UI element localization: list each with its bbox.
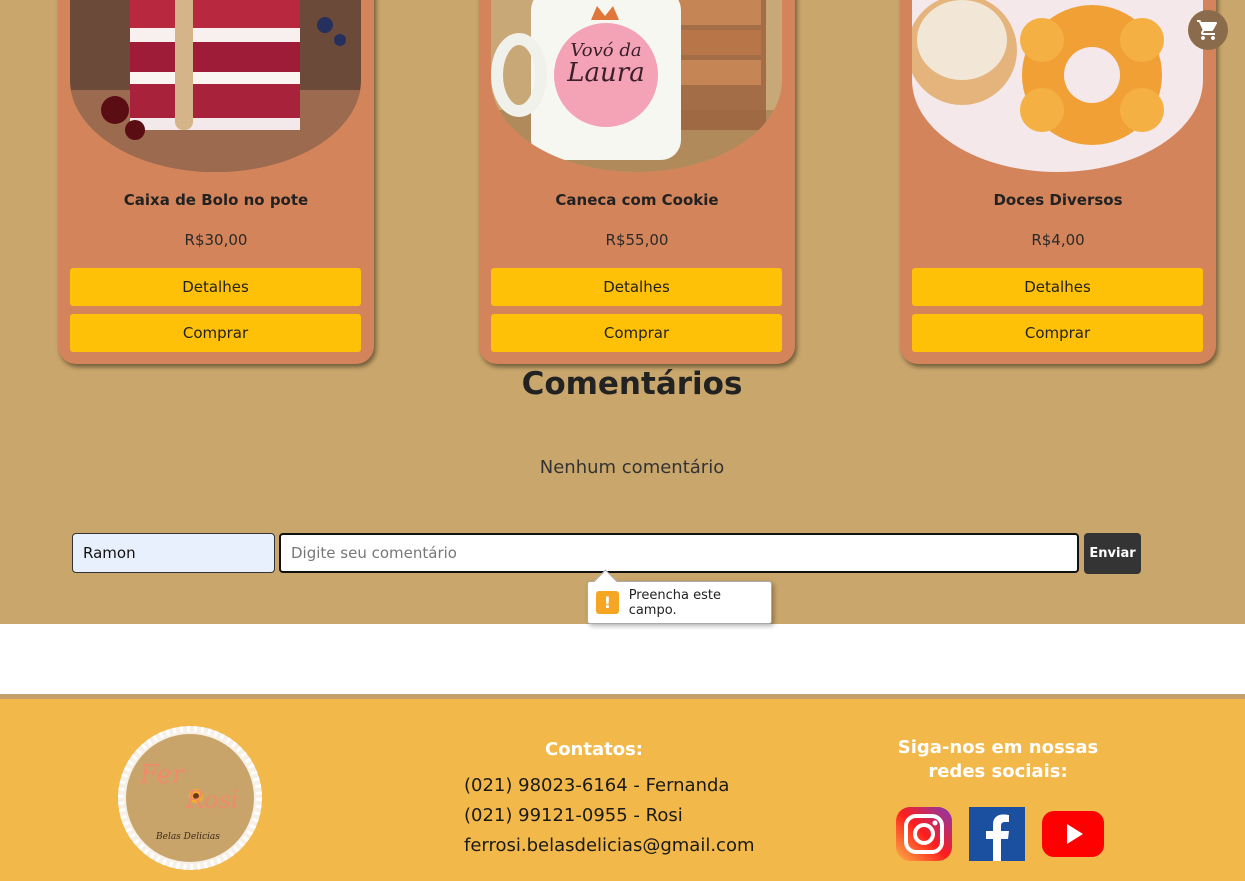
contact-email: ferrosi.belasdelicias@gmail.com (464, 835, 755, 856)
product-name: Doces Diversos (993, 191, 1123, 209)
footer: Fer Rosi Belas Delicias Contatos: (021) … (0, 694, 1245, 881)
youtube-icon (1042, 811, 1104, 857)
contact-phone-fernanda: (021) 98023-6164 - Fernanda (464, 775, 730, 796)
product-card: Doces Diversos R$4,00 Detalhes Comprar (900, 0, 1216, 364)
logo-text-rosi: Rosi (186, 786, 239, 814)
send-button[interactable]: Enviar (1084, 533, 1141, 574)
mug-text-line2: Laura (567, 58, 645, 88)
no-comments-text: Nenhum comentário (539, 457, 725, 478)
logo-text-belas-delicias: Belas Delicias (156, 832, 220, 842)
product-card: Caixa de Bolo no pote R$30,00 Detalhes C… (58, 0, 374, 364)
brand-logo[interactable]: Fer Rosi Belas Delicias (116, 724, 264, 872)
instagram-link[interactable] (895, 806, 953, 862)
comments-title: Comentários (521, 366, 743, 402)
shopping-cart-icon (1197, 20, 1218, 40)
validation-tooltip: ! Preencha este campo. (587, 581, 772, 624)
cart-button[interactable] (1188, 10, 1228, 50)
product-card: Vovó da Laura Caneca com Cookie R$55,00 … (479, 0, 795, 364)
contact-phone-rosi: (021) 99121-0955 - Rosi (464, 805, 683, 826)
product-name: Caixa de Bolo no pote (123, 191, 309, 209)
social-title: Siga-nos em nossas redes sociais: (888, 736, 1108, 784)
name-input[interactable] (72, 533, 275, 573)
logo-text-fer: Fer (140, 760, 185, 790)
facebook-link[interactable] (968, 806, 1026, 862)
details-button[interactable]: Detalhes (491, 268, 782, 306)
product-name: Caneca com Cookie (555, 191, 719, 209)
details-button[interactable]: Detalhes (70, 268, 361, 306)
product-price: R$4,00 (1031, 231, 1085, 249)
warning-icon: ! (596, 591, 619, 614)
social-title-line1: Siga-nos em nossas (897, 737, 1099, 758)
product-price: R$30,00 (184, 231, 248, 249)
buy-button[interactable]: Comprar (491, 314, 782, 352)
buy-button[interactable]: Comprar (70, 314, 361, 352)
comment-input[interactable] (279, 533, 1079, 573)
product-price: R$55,00 (605, 231, 669, 249)
buy-button[interactable]: Comprar (912, 314, 1203, 352)
facebook-icon (969, 807, 1025, 861)
social-title-line2: redes sociais: (928, 761, 1068, 782)
product-image-mug-cookie: Vovó da Laura (491, 0, 782, 172)
details-button[interactable]: Detalhes (912, 268, 1203, 306)
product-image-cake-jar (70, 0, 361, 172)
product-image-sweets (912, 0, 1203, 172)
validation-message: Preencha este campo. (628, 587, 721, 618)
contacts-title: Contatos: (544, 739, 644, 760)
instagram-icon (896, 807, 952, 861)
youtube-link[interactable] (1041, 806, 1104, 862)
products-section: Caixa de Bolo no pote R$30,00 Detalhes C… (0, 0, 1245, 624)
